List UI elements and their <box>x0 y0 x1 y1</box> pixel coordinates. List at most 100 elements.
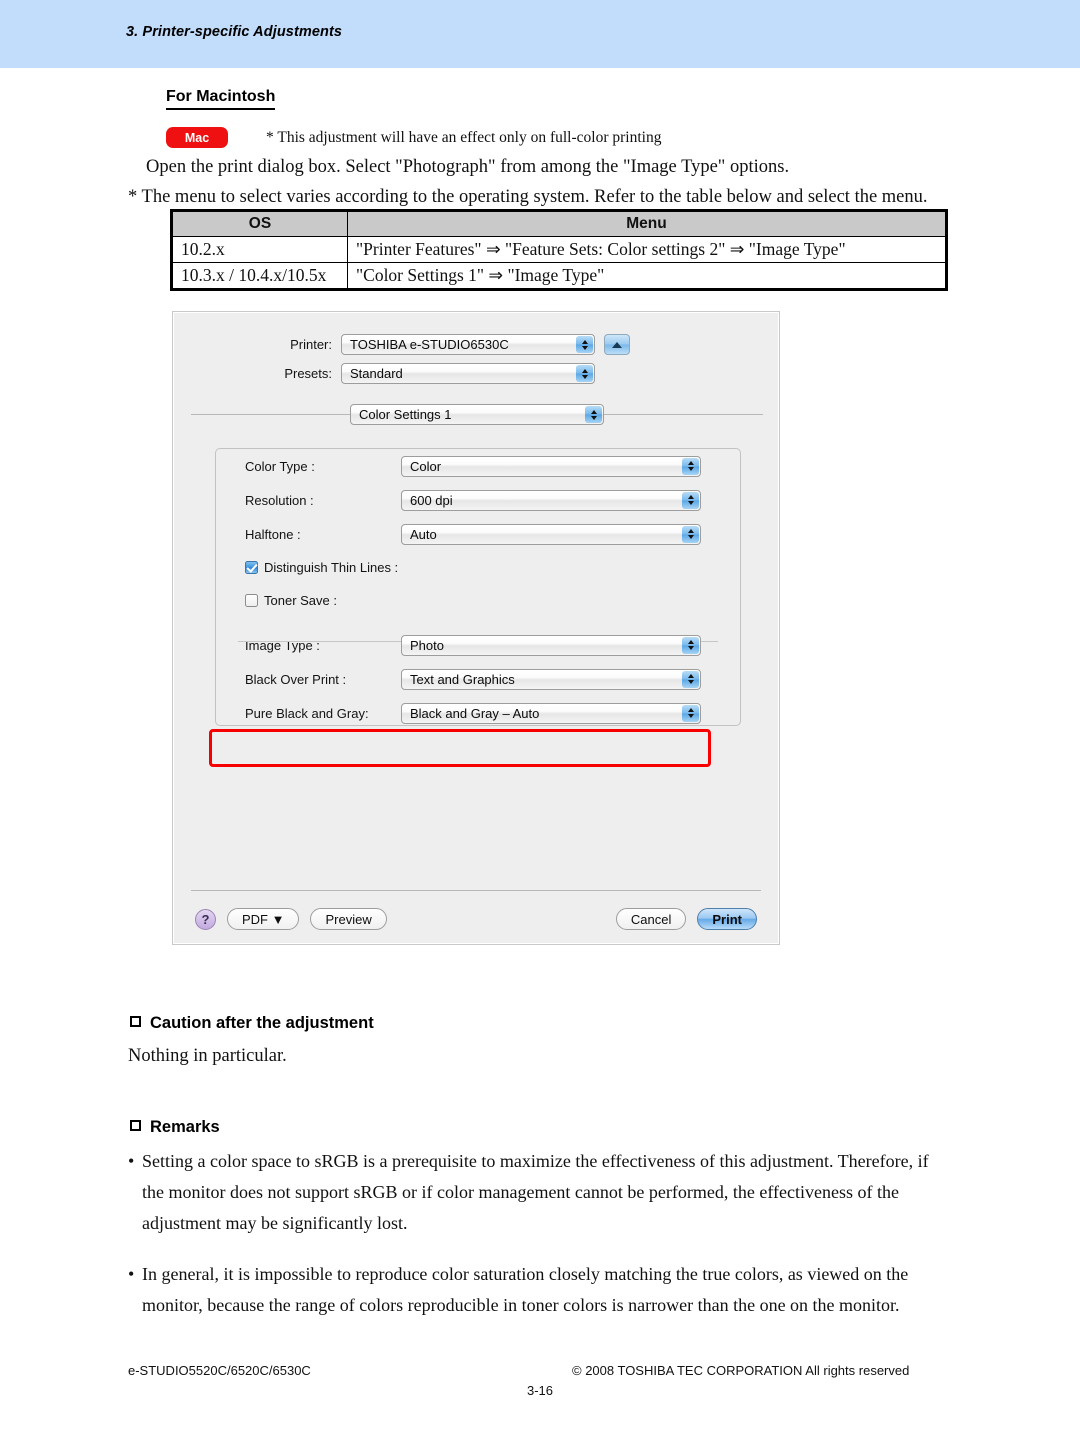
chevron-updown-icon[interactable] <box>682 457 699 475</box>
footer-page-number: 3-16 <box>526 1383 554 1398</box>
mac-badge-note: * This adjustment will have an effect on… <box>266 128 662 146</box>
section-title: For Macintosh <box>166 88 276 110</box>
cell-menu: "Printer Features" ⇒ "Feature Sets: Colo… <box>347 236 947 263</box>
col-header-os: OS <box>171 210 348 237</box>
pdf-button[interactable]: PDF ▼ <box>227 908 300 930</box>
caution-heading: Caution after the adjustment <box>130 1014 374 1033</box>
menu-note-text: * The menu to select varies according to… <box>128 187 928 207</box>
chevron-updown-icon[interactable] <box>682 525 699 543</box>
distinguish-thin-lines-row[interactable]: Distinguish Thin Lines : <box>216 551 740 584</box>
bullet-dot-icon: • <box>128 1264 135 1284</box>
halftone-value: Auto <box>410 526 437 542</box>
distinguish-thin-lines-checkbox[interactable] <box>245 561 258 574</box>
mac-print-dialog-screenshot: Printer: TOSHIBA e-STUDIO6530C Presets: … <box>172 311 780 945</box>
pure-black-and-gray-value: Black and Gray – Auto <box>410 705 540 721</box>
remarks-bullet-1-line-3: adjustment may be significantly lost. <box>142 1213 408 1233</box>
black-over-print-value: Text and Graphics <box>410 671 515 687</box>
toner-save-row[interactable]: Toner Save : <box>216 584 740 617</box>
presets-select[interactable]: Standard <box>341 363 595 384</box>
remarks-bullet-1: • Setting a color space to sRGB is a pre… <box>128 1146 958 1239</box>
col-header-menu: Menu <box>347 210 947 237</box>
presets-row: Presets: Standard <box>173 363 781 384</box>
toner-save-checkbox[interactable] <box>245 594 258 607</box>
chevron-updown-icon[interactable] <box>682 670 699 688</box>
black-over-print-label: Black Over Print : <box>245 671 347 687</box>
printer-row: Printer: TOSHIBA e-STUDIO6530C <box>173 334 781 355</box>
resolution-label: Resolution : <box>245 492 314 508</box>
remarks-bullet-1-line-2: the monitor does not support sRGB or if … <box>142 1182 899 1202</box>
black-over-print-select[interactable]: Text and Graphics <box>401 668 701 690</box>
pane-selector-row: Color Settings 1 <box>173 404 781 425</box>
mac-badge: Mac <box>166 127 228 148</box>
pane-select-value: Color Settings 1 <box>359 407 452 422</box>
caution-heading-label: Caution after the adjustment <box>150 1014 374 1032</box>
color-type-value: Color <box>410 458 442 474</box>
preview-button[interactable]: Preview <box>310 908 387 930</box>
chevron-updown-icon[interactable] <box>576 336 593 353</box>
remarks-bullet-2: • In general, it is impossible to reprod… <box>128 1259 958 1321</box>
cell-os: 10.3.x / 10.4.x/10.5x <box>171 262 348 290</box>
caution-text: Nothing in particular. <box>128 1046 287 1066</box>
print-button[interactable]: Print <box>697 908 757 930</box>
image-type-select[interactable]: Photo <box>401 634 701 656</box>
color-type-select[interactable]: Color <box>401 455 701 477</box>
halftone-row: Halftone : Auto <box>216 517 740 551</box>
footer-copyright-text: © 2008 TOSHIBA TEC CORPORATION All right… <box>572 1363 910 1378</box>
resolution-select[interactable]: 600 dpi <box>401 489 701 511</box>
table-header-row: OS Menu <box>171 210 947 237</box>
black-over-print-row: Black Over Print : Text and Graphics <box>216 662 740 696</box>
divider-left <box>191 414 350 415</box>
disclosure-triangle-button[interactable] <box>604 334 630 355</box>
cell-os: 10.2.x <box>171 236 348 263</box>
color-settings-groupbox: Color Type : Color Resolution : 600 dpi … <box>215 448 741 726</box>
image-type-value: Photo <box>410 637 444 653</box>
color-type-row: Color Type : Color <box>216 449 740 483</box>
chapter-title: 3. Printer-specific Adjustments <box>126 24 343 40</box>
bullet-dot-icon: • <box>128 1151 135 1171</box>
chevron-updown-icon[interactable] <box>682 491 699 509</box>
image-type-row: Image Type : Photo <box>216 628 740 662</box>
printer-select-value: TOSHIBA e-STUDIO6530C <box>350 337 509 352</box>
mac-badge-row: Mac * This adjustment will have an effec… <box>166 127 661 148</box>
image-type-highlight-box <box>209 729 711 767</box>
printer-select[interactable]: TOSHIBA e-STUDIO6530C <box>341 334 595 355</box>
resolution-value: 600 dpi <box>410 492 453 508</box>
instruction-text: Open the print dialog box. Select "Photo… <box>146 157 790 177</box>
chevron-updown-icon[interactable] <box>682 704 699 722</box>
pane-select[interactable]: Color Settings 1 <box>350 404 604 425</box>
page-header-band: 3. Printer-specific Adjustments <box>0 0 1080 68</box>
divider-right <box>604 414 763 415</box>
remarks-heading-label: Remarks <box>150 1118 220 1136</box>
help-button[interactable]: ? <box>195 908 216 930</box>
chevron-updown-icon[interactable] <box>585 406 602 423</box>
remarks-heading: Remarks <box>130 1118 220 1137</box>
pure-black-and-gray-select[interactable]: Black and Gray – Auto <box>401 702 701 724</box>
pure-black-and-gray-row: Pure Black and Gray: Black and Gray – Au… <box>216 696 740 730</box>
halftone-label: Halftone : <box>245 526 301 542</box>
halftone-select[interactable]: Auto <box>401 523 701 545</box>
square-bullet-icon <box>130 1120 141 1131</box>
presets-select-value: Standard <box>350 366 403 381</box>
table-row: 10.3.x / 10.4.x/10.5x "Color Settings 1"… <box>171 262 947 290</box>
printer-label: Printer: <box>290 337 332 352</box>
image-type-label: Image Type : <box>245 637 320 653</box>
dialog-button-bar: ? PDF ▼ Preview Cancel Print <box>173 902 779 936</box>
table-row: 10.2.x "Printer Features" ⇒ "Feature Set… <box>171 236 947 263</box>
footer-model-text: e-STUDIO5520C/6520C/6530C <box>128 1363 311 1378</box>
resolution-row: Resolution : 600 dpi <box>216 483 740 517</box>
chevron-updown-icon[interactable] <box>682 636 699 654</box>
color-type-label: Color Type : <box>245 458 315 474</box>
bottom-divider <box>191 890 761 891</box>
presets-label: Presets: <box>284 366 332 381</box>
pure-black-and-gray-label: Pure Black and Gray: <box>245 705 369 721</box>
cancel-button[interactable]: Cancel <box>615 908 687 930</box>
square-bullet-icon <box>130 1016 141 1027</box>
toner-save-label: Toner Save : <box>264 593 337 608</box>
remarks-bullet-2-line-2: monitor, because the range of colors rep… <box>142 1295 900 1315</box>
cell-menu: "Color Settings 1" ⇒ "Image Type" <box>347 262 947 290</box>
chevron-up-icon <box>612 341 622 348</box>
remarks-bullet-1-line-1: Setting a color space to sRGB is a prere… <box>142 1151 929 1171</box>
distinguish-thin-lines-label: Distinguish Thin Lines : <box>264 560 399 575</box>
chevron-updown-icon[interactable] <box>576 365 593 382</box>
dialog-top-area: Printer: TOSHIBA e-STUDIO6530C Presets: … <box>173 334 781 392</box>
